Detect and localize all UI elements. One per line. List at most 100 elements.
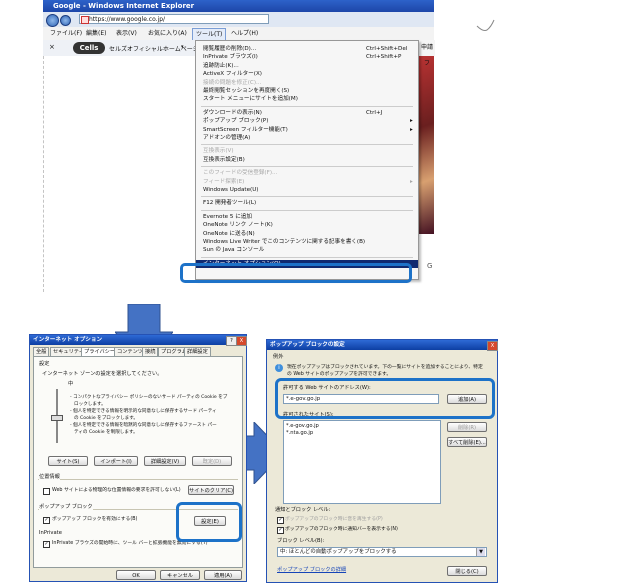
privacy-slider-thumb[interactable] [51, 415, 63, 421]
dialog-title: インターネット オプション [33, 337, 103, 343]
ie-title-bar: Google - Windows Internet Explorer [43, 0, 434, 12]
right-tab[interactable]: 申請フ [418, 40, 435, 67]
notification-bar-checkbox[interactable]: ✓ [277, 527, 284, 534]
tools-menu-item[interactable]: OneNote リンク ノート(K) [196, 221, 418, 229]
privacy-desc-5: - 個人を特定できる情報を暗黙的な同意なしに保存するファースト パー [70, 423, 217, 428]
tools-menu-item-label: Sun の Java コンソール [203, 247, 265, 254]
forward-icon[interactable] [60, 15, 71, 26]
block-level-select[interactable]: 中: ほとんどの自動ポップアップをブロックする ▼ [277, 547, 487, 557]
tools-menu-shortcut: Ctrl+J [366, 109, 383, 116]
tools-menu: 閲覧履歴の削除(D)... Ctrl+Shift+Del InPrivate ブラウ… [195, 40, 419, 280]
block-level-value: 中: ほとんどの自動ポップアップをブロックする [280, 549, 397, 555]
remove-all-button[interactable]: すべて削除(E)... [447, 437, 487, 447]
apply-button[interactable]: 適用(A) [204, 570, 242, 580]
menu-file[interactable]: ファイル(F) [47, 28, 85, 39]
popup-check-label: ポップアップ ブロックを有効にする(B) [52, 517, 138, 522]
privacy-desc-3: - 個人を特定できる情報を明示的な同意なしに保存するサード パーティ [70, 409, 217, 414]
tools-menu-item[interactable]: 追跡防止(K)... [196, 62, 418, 70]
tools-menu-item[interactable]: InPrivate ブラウズ(I) Ctrl+Shift+P [196, 53, 418, 61]
advanced-button[interactable]: 詳細設定(V) [144, 456, 186, 466]
menu-separator [201, 105, 413, 107]
menu-view[interactable]: 表示(V) [113, 28, 140, 39]
popup-checkbox[interactable]: ✓ [43, 517, 50, 524]
menu-favorites[interactable]: お気に入り(A) [145, 28, 190, 39]
tools-menu-item-label: OneNote リンク ノート(K) [203, 222, 273, 229]
tools-menu-item-label: このフィードの受信登録(F)... [203, 170, 278, 177]
import-button[interactable]: インポート(I) [94, 456, 138, 466]
popup-settings-dialog: ポップアップ ブロックの設定 X 例外 i 現在ポップアップはブロックされていま… [266, 339, 498, 583]
submenu-arrow-icon: ▸ [410, 178, 413, 185]
tools-menu-item[interactable]: 最終閲覧セッションを再度開く(S) [196, 87, 418, 95]
ie-title: Google - Windows Internet Explorer [53, 2, 195, 10]
close-button[interactable]: X [236, 336, 247, 346]
tools-menu-item[interactable]: ポップアップ ブロック(P) ▸ [196, 117, 418, 125]
tools-menu-item-label: 互換表示(V) [203, 148, 234, 155]
tools-menu-item-label: Windows Live Writer でこのコンテンツに関する記事を書く(B) [203, 239, 366, 245]
address-input[interactable]: https://www.google.co.jp/ [79, 14, 269, 24]
menu-bar: ファイル(F) 編集(E) 表示(V) お気に入り(A) ツール(T) ヘルプ(… [43, 27, 434, 41]
tools-menu-item[interactable]: ActiveX フィルター(X) [196, 70, 418, 78]
location-check-label: Web サイトによる物理的な位置情報の要求を許可しない(L) [52, 488, 181, 493]
check-mark-icon [476, 19, 495, 31]
tools-menu-item: フィード探索(E) ▸ [196, 178, 418, 186]
chevron-down-icon[interactable]: ▾ [181, 44, 184, 50]
tools-menu-item[interactable]: Sun の Java コンソール [196, 246, 418, 254]
favorite-link[interactable]: セルズオフィシャルホームページ [109, 44, 199, 53]
tools-menu-item[interactable]: 互換表示設定(B) [196, 156, 418, 164]
ok-button[interactable]: OK [116, 570, 156, 580]
menu-help[interactable]: ヘルプ(H) [228, 28, 261, 39]
close-tab-icon[interactable]: × [49, 43, 55, 51]
bar-check-label: ポップアップのブロック時に通知バーを表示する(N) [285, 527, 398, 532]
popup-details-link[interactable]: ポップアップ ブロックの詳細 [277, 567, 346, 574]
remove-button[interactable]: 削除(R) [447, 422, 487, 432]
tools-menu-item-label: SmartScreen フィルター機能(T) [203, 126, 288, 133]
zone-text: インターネット ゾーンの設定を選択してください。 [42, 371, 163, 377]
popup-close-x[interactable]: X [487, 341, 498, 351]
cells-logo[interactable]: Cells [73, 42, 105, 54]
block-level-label: ブロック レベル(B): [277, 538, 325, 544]
default-button[interactable]: 既定(D) [192, 456, 232, 466]
inprivate-checkbox[interactable]: ✓ [43, 541, 50, 548]
tools-menu-item[interactable]: ダウンロードの表示(N) Ctrl+J [196, 109, 418, 117]
tools-menu-item-label: 追跡防止(K)... [203, 62, 239, 69]
sound-checkbox[interactable]: ✓ [277, 517, 284, 524]
info-line-2: の Web サイトのポップアップを許可できます。 [287, 372, 392, 377]
popup-heading: ポップアップ ブロック [39, 504, 93, 511]
tools-menu-item-label: ポップアップ ブロック(P) [203, 118, 269, 125]
tools-menu-item[interactable]: Evernote 5 に追加 [196, 213, 418, 221]
allowed-sites-list[interactable]: *.e-gov.go.jp *.nta.go.jp [283, 420, 441, 504]
ie-window: Google - Windows Internet Explorer https… [43, 0, 435, 292]
tools-menu-item-label: 接続の問題を修正(C)... [203, 79, 262, 86]
tools-menu-item[interactable]: F12 開発者ツール(L) [196, 199, 418, 207]
tools-menu-item: 接続の問題を修正(C)... [196, 79, 418, 87]
clear-sites-button[interactable]: サイトのクリア(C) [188, 485, 234, 495]
menu-edit[interactable]: 編集(E) [83, 28, 109, 39]
inprivate-heading: InPrivate [39, 530, 62, 536]
tools-menu-item[interactable]: OneNote に送る(N) [196, 230, 418, 238]
tools-menu-item[interactable]: Windows Update(U) [196, 186, 418, 194]
address-callout [275, 378, 495, 419]
tools-menu-item[interactable]: アドオンの管理(A) [196, 134, 418, 142]
tools-menu-item-label: 最終閲覧セッションを再度開く(S) [203, 88, 290, 94]
settings-heading: 設定 [39, 361, 50, 367]
cancel-button[interactable]: キャンセル [160, 570, 200, 580]
privacy-level: 中 [68, 381, 74, 387]
location-checkbox[interactable] [43, 488, 50, 495]
tools-menu-item-label: アドオンの管理(A) [203, 135, 251, 141]
list-item[interactable]: *.e-gov.go.jp [286, 423, 319, 430]
close-dialog-button[interactable]: 閉じる(C) [447, 566, 487, 576]
tools-menu-item[interactable]: 閲覧履歴の削除(D)... Ctrl+Shift+Del [196, 45, 418, 53]
tools-menu-item-label: ActiveX フィルター(X) [203, 71, 262, 78]
menu-separator [201, 256, 413, 258]
exceptions-heading: 例外 [273, 354, 284, 360]
tools-menu-shortcut: Ctrl+Shift+P [366, 54, 402, 61]
privacy-desc-1: - コンパクトなプライバシー ポリシーのないサード パーティの Cookie を… [70, 395, 228, 400]
tools-menu-item[interactable]: スタート メニューにサイトを追加(M) [196, 95, 418, 103]
list-item[interactable]: *.nta.go.jp [286, 430, 313, 437]
chevron-down-icon[interactable]: ▼ [476, 548, 485, 556]
tools-menu-item[interactable]: Windows Live Writer でこのコンテンツに関する記事を書く(B) [196, 238, 418, 246]
tools-menu-item[interactable]: SmartScreen フィルター機能(T) ▸ [196, 126, 418, 134]
tools-menu-item-label: スタート メニューにサイトを追加(M) [203, 96, 298, 103]
sites-button[interactable]: サイト(S) [48, 456, 88, 466]
back-icon[interactable] [46, 14, 59, 27]
